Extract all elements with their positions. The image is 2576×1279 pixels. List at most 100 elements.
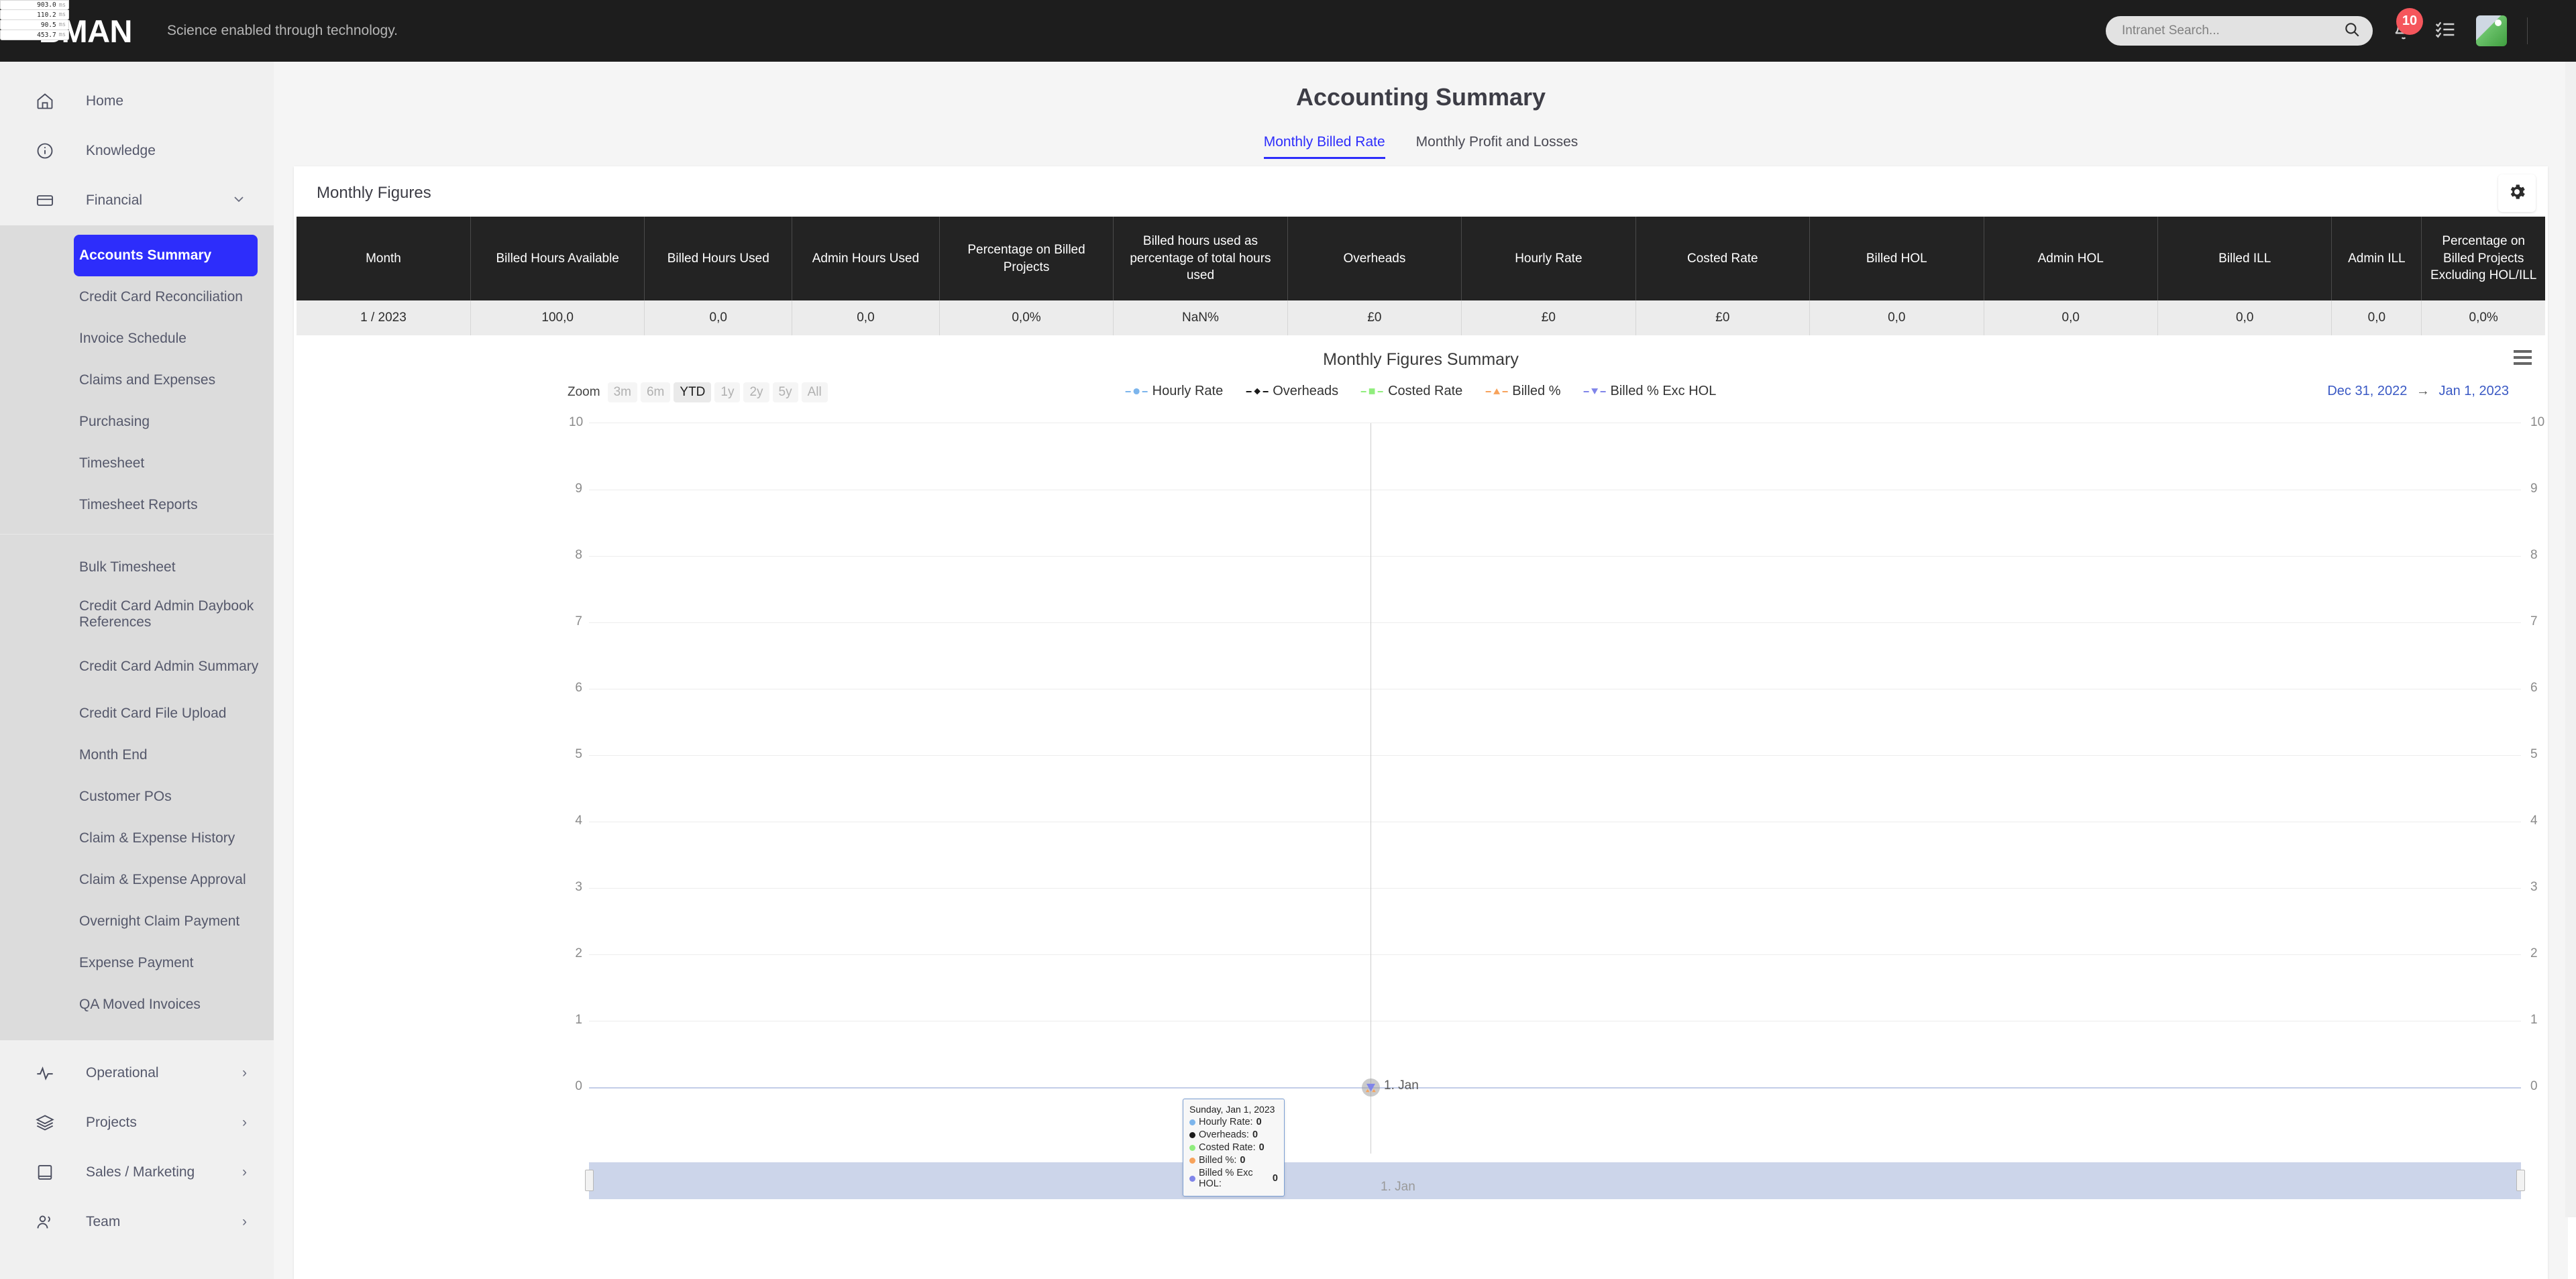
sidebar-item-operational[interactable]: Operational ›	[0, 1048, 274, 1098]
sidebar-item-claim-expense-approval[interactable]: Claim & Expense Approval	[0, 859, 274, 901]
sidebar-item-label: Accounts Summary	[79, 247, 212, 263]
sidebar-item-sales-marketing[interactable]: Sales / Marketing ›	[0, 1148, 274, 1197]
date-range-to[interactable]: Jan 1, 2023	[2438, 384, 2509, 398]
sidebar-item-bulk-timesheet[interactable]: Bulk Timesheet	[0, 547, 274, 588]
table-header-cell[interactable]: Billed HOL	[1809, 217, 1984, 300]
sidebar-item-expense-payment[interactable]: Expense Payment	[0, 942, 274, 984]
chart-controls: Zoom 3m 6m YTD 1y 2y 5y All Hourly Rate …	[294, 382, 2548, 405]
sidebar-item-customer-pos[interactable]: Customer POs	[0, 776, 274, 818]
sidebar-item-team[interactable]: Team ›	[0, 1197, 274, 1247]
top-navigation-bar: BMAN Science enabled through technology.…	[0, 0, 2576, 62]
legend-item-billed-percent-exc-hol[interactable]: Billed % Exc HOL	[1583, 384, 1716, 399]
sidebar-item-timesheet[interactable]: Timesheet	[0, 443, 274, 484]
table-header-cell[interactable]: Admin ILL	[2331, 217, 2422, 300]
tasks-button[interactable]	[2434, 19, 2456, 44]
table-cell: 1 / 2023	[297, 300, 471, 335]
chart-plot-area[interactable]: 1. Jan	[589, 423, 2521, 1154]
chart-navigator[interactable]: 1. Jan	[585, 1162, 2525, 1199]
chevron-down-icon[interactable]	[231, 190, 247, 211]
sidebar-item-qa-moved-invoices[interactable]: QA Moved Invoices	[0, 984, 274, 1025]
sidebar-item-claims-and-expenses[interactable]: Claims and Expenses	[0, 359, 274, 401]
navigator-selected-range[interactable]	[589, 1162, 2521, 1199]
sidebar-item-invoice-schedule[interactable]: Invoice Schedule	[0, 318, 274, 359]
chevron-right-icon[interactable]: ›	[242, 1065, 247, 1081]
table-header-cell[interactable]: Billed Hours Used	[644, 217, 793, 300]
zoom-option-1y[interactable]: 1y	[714, 382, 741, 402]
zoom-option-5y[interactable]: 5y	[772, 382, 798, 402]
zoom-option-2y[interactable]: 2y	[743, 382, 769, 402]
perf-metric-row: 903.0 ms	[0, 0, 69, 10]
tooltip-value: 0	[1252, 1129, 1258, 1140]
navigator-x-label: 1. Jan	[1381, 1180, 1415, 1194]
y-axis-tick-right: 5	[2530, 747, 2538, 761]
y-axis-tick-right: 0	[2530, 1079, 2538, 1093]
avatar[interactable]	[2476, 15, 2507, 46]
legend-item-overheads[interactable]: Overheads	[1246, 384, 1338, 399]
sidebar-item-credit-card-file-upload[interactable]: Credit Card File Upload	[0, 693, 274, 734]
search-icon[interactable]	[2343, 21, 2361, 42]
sidebar-item-overnight-claim-payment[interactable]: Overnight Claim Payment	[0, 901, 274, 942]
table-header-cell[interactable]: Billed ILL	[2157, 217, 2332, 300]
settings-button[interactable]	[2498, 174, 2536, 212]
sidebar-item-financial[interactable]: Financial	[0, 176, 274, 225]
tab-monthly-profit-and-losses[interactable]: Monthly Profit and Losses	[1416, 134, 1578, 159]
table-header-cell[interactable]: Billed Hours Available	[470, 217, 645, 300]
chart-tooltip: Sunday, Jan 1, 2023 Hourly Rate: 0 Overh…	[1183, 1099, 1285, 1197]
table-header-cell[interactable]: Costed Rate	[1635, 217, 1811, 300]
table-header-cell[interactable]: Admin Hours Used	[792, 217, 940, 300]
zoom-option-ytd[interactable]: YTD	[674, 382, 712, 402]
sidebar-item-credit-card-admin-summary[interactable]: Credit Card Admin Summary	[0, 641, 274, 693]
navigator-handle-right[interactable]	[2516, 1170, 2525, 1191]
zoom-option-all[interactable]: All	[801, 382, 828, 402]
sidebar-item-credit-card-reconciliation[interactable]: Credit Card Reconciliation	[0, 276, 274, 318]
tooltip-date: Sunday, Jan 1, 2023	[1189, 1104, 1275, 1115]
search-input[interactable]	[2122, 23, 2343, 38]
table-header-cell[interactable]: Billed hours used as percentage of total…	[1113, 217, 1288, 300]
zoom-option-6m[interactable]: 6m	[640, 382, 671, 402]
table-header-cell[interactable]: Hourly Rate	[1461, 217, 1636, 300]
date-range-from[interactable]: Dec 31, 2022	[2327, 384, 2407, 398]
monthly-figures-table: Month Billed Hours Available Billed Hour…	[297, 217, 2545, 335]
table-header-cell[interactable]: Percentage on Billed Projects	[939, 217, 1114, 300]
sidebar-item-projects[interactable]: Projects ›	[0, 1098, 274, 1148]
table-header-cell[interactable]: Admin HOL	[1984, 217, 2158, 300]
table-cell: 0,0	[1984, 300, 2158, 335]
chevron-right-icon[interactable]: ›	[242, 1214, 247, 1230]
sidebar-item-credit-card-admin-daybook-references[interactable]: Credit Card Admin Daybook References	[0, 588, 274, 641]
y-axis-tick-left: 3	[575, 880, 582, 894]
sidebar-item-knowledge[interactable]: Knowledge	[0, 126, 274, 176]
sidebar-item-month-end[interactable]: Month End	[0, 734, 274, 776]
section-title: Monthly Figures	[317, 184, 431, 202]
tooltip-label: Billed % Exc HOL:	[1199, 1168, 1253, 1189]
sidebar-item-timesheet-reports[interactable]: Timesheet Reports	[0, 484, 274, 526]
tooltip-row: Costed Rate: 0	[1189, 1142, 1278, 1153]
chevron-right-icon[interactable]: ›	[242, 1164, 247, 1180]
sidebar-item-home[interactable]: Home	[0, 76, 274, 126]
chart-date-range[interactable]: Dec 31, 2022 → Jan 1, 2023	[2327, 384, 2509, 399]
chevron-right-icon[interactable]: ›	[242, 1115, 247, 1131]
data-point-marker[interactable]	[1362, 1078, 1380, 1097]
info-circle-icon	[34, 142, 56, 160]
chart-menu-button[interactable]	[2514, 350, 2532, 365]
legend-item-hourly-rate[interactable]: Hourly Rate	[1125, 384, 1224, 399]
tooltip-row: Hourly Rate: 0	[1189, 1117, 1278, 1127]
legend-item-costed-rate[interactable]: Costed Rate	[1361, 384, 1462, 399]
sidebar-item-label: Financial	[86, 192, 143, 208]
sidebar-item-accounts-summary[interactable]: Accounts Summary	[74, 235, 258, 276]
tab-monthly-billed-rate[interactable]: Monthly Billed Rate	[1263, 134, 1385, 159]
sidebar-item-purchasing[interactable]: Purchasing	[0, 401, 274, 443]
search-box[interactable]	[2106, 16, 2373, 46]
page-scrollbar[interactable]	[2565, 0, 2576, 1217]
navigator-handle-left[interactable]	[585, 1170, 594, 1191]
table-header-cell[interactable]: Month	[297, 217, 471, 300]
sidebar-item-claim-expense-history[interactable]: Claim & Expense History	[0, 818, 274, 859]
legend-item-billed-percent[interactable]: Billed %	[1485, 384, 1561, 399]
table-header-cell[interactable]: Overheads	[1287, 217, 1462, 300]
table-header-cell[interactable]: Percentage on Billed Projects Excluding …	[2421, 217, 2545, 300]
table-row[interactable]: 1 / 2023 100,0 0,0 0,0 0,0% NaN% £0 £0 £…	[297, 300, 2545, 335]
tooltip-value: 0	[1256, 1117, 1262, 1127]
legend-label: Hourly Rate	[1152, 384, 1224, 398]
zoom-option-3m[interactable]: 3m	[607, 382, 637, 402]
perf-unit: ms	[58, 32, 66, 38]
notifications-button[interactable]: 10	[2393, 7, 2423, 44]
